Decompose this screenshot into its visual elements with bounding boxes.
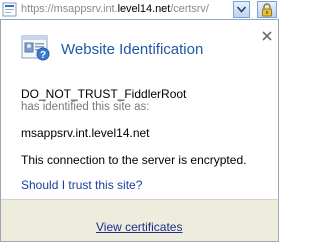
certificate-issuer: DO_NOT_TRUST_FiddlerRoot — [21, 87, 187, 101]
view-certificates-link[interactable]: View certificates — [96, 220, 182, 234]
identification-popup: ? Website Identification DO_NOT_TRUST_Fi… — [0, 20, 279, 242]
identity-card-icon: ? — [21, 35, 51, 62]
address-bar[interactable]: https://msappsrv.int.level14.net/certsrv… — [0, 0, 279, 20]
chevron-down-icon[interactable] — [233, 1, 250, 18]
site-identification-window: https://msappsrv.int.level14.net/certsrv… — [0, 0, 279, 242]
url-text[interactable]: https://msappsrv.int.level14.net/certsrv… — [21, 3, 209, 15]
url-suffix: /certsrv/ — [170, 3, 209, 15]
identified-label: has identified this site as: — [21, 101, 150, 113]
trust-help-link[interactable]: Should I trust this site? — [21, 178, 142, 192]
page-icon — [2, 2, 17, 17]
svg-text:?: ? — [40, 50, 46, 61]
url-prefix: https://msappsrv.int. — [21, 3, 118, 15]
lock-icon[interactable] — [257, 1, 277, 18]
popup-footer: View certificates — [1, 199, 278, 241]
site-name: msappsrv.int.level14.net — [21, 126, 150, 140]
popup-title: Website Identification — [61, 41, 204, 58]
close-icon[interactable] — [262, 28, 272, 41]
encryption-status: This connection to the server is encrypt… — [21, 153, 247, 167]
url-domain: level14.net — [117, 3, 171, 15]
